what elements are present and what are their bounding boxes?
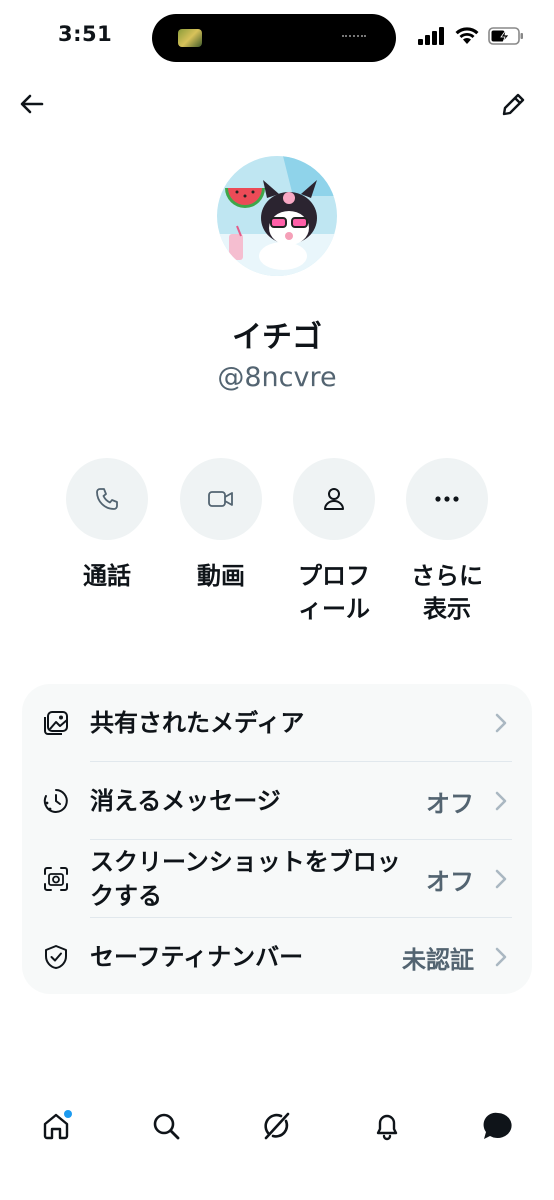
shield-icon [44, 945, 68, 969]
status-time: 3:51 [58, 22, 113, 46]
bottom-navigation [0, 1100, 554, 1160]
disappearing-messages-label: 消えるメッセージ [90, 787, 281, 815]
call-button-circle[interactable] [66, 458, 148, 540]
back-button[interactable] [18, 90, 46, 118]
shared-media-label: 共有されたメディア [90, 709, 305, 737]
safety-number-value: 未認証 [402, 945, 474, 974]
conversation-settings-card: 共有されたメディア 消えるメッセージ オフ スクリーンショットをブロックする オ… [22, 684, 532, 994]
display-name: イチゴ [232, 320, 322, 355]
video-button-circle[interactable] [180, 458, 262, 540]
dynamic-island [152, 14, 396, 62]
profile-button-circle[interactable] [293, 458, 375, 540]
block-screenshots-value: オフ [426, 867, 474, 896]
call-button-label: 通話 [83, 562, 131, 590]
nav-notifications[interactable] [369, 1108, 405, 1144]
timer-icon [43, 789, 68, 813]
nav-home[interactable] [38, 1108, 74, 1144]
profile-button[interactable]: プロフ ィール [279, 458, 389, 626]
avatar[interactable] [217, 156, 337, 276]
shared-media-row[interactable]: 共有されたメディア [22, 684, 532, 762]
media-icon [44, 711, 68, 735]
block-screenshots-row[interactable]: スクリーンショットをブロックする オフ [22, 840, 532, 918]
signal-icon [418, 26, 444, 45]
search-icon [153, 1113, 180, 1140]
pencil-icon [502, 93, 525, 116]
live-activity-thumbnail [178, 29, 202, 47]
grok-icon [264, 1112, 290, 1140]
video-button-label: 動画 [197, 562, 245, 590]
call-button[interactable]: 通話 [52, 458, 162, 593]
more-icon [435, 496, 459, 502]
disappearing-messages-value: オフ [426, 789, 474, 818]
safety-number-label: セーフティナンバー [90, 943, 304, 971]
nav-messages[interactable] [480, 1108, 516, 1144]
battery-charging-icon [488, 26, 523, 45]
status-icons [418, 26, 524, 45]
chevron-right-icon [495, 869, 507, 889]
live-activity-indicator [342, 35, 366, 39]
chevron-right-icon [495, 947, 507, 967]
more-button[interactable]: さらに 表示 [392, 458, 502, 626]
nav-grok[interactable] [259, 1108, 295, 1144]
status-bar: 3:51 [0, 0, 554, 78]
video-button[interactable]: 動画 [166, 458, 276, 593]
edit-button[interactable] [500, 90, 528, 118]
person-icon [324, 488, 344, 510]
nav-search[interactable] [148, 1108, 184, 1144]
chevron-right-icon [495, 791, 507, 811]
notification-dot [64, 1110, 72, 1118]
wifi-icon [455, 27, 479, 44]
video-icon [208, 491, 233, 507]
arrow-left-icon [20, 94, 44, 114]
disappearing-messages-row[interactable]: 消えるメッセージ オフ [22, 762, 532, 840]
more-button-circle[interactable] [406, 458, 488, 540]
profile-button-label: プロフ ィール [298, 562, 370, 623]
chevron-right-icon [495, 713, 507, 733]
messages-icon [483, 1112, 512, 1139]
phone-icon [96, 488, 118, 510]
block-screenshots-label: スクリーンショットをブロックする [90, 848, 401, 910]
safety-number-row[interactable]: セーフティナンバー 未認証 [22, 918, 532, 996]
more-button-label: さらに 表示 [411, 562, 483, 623]
username: @8ncvre [217, 362, 337, 393]
bell-icon [376, 1114, 398, 1141]
screenshot-icon [44, 867, 68, 891]
